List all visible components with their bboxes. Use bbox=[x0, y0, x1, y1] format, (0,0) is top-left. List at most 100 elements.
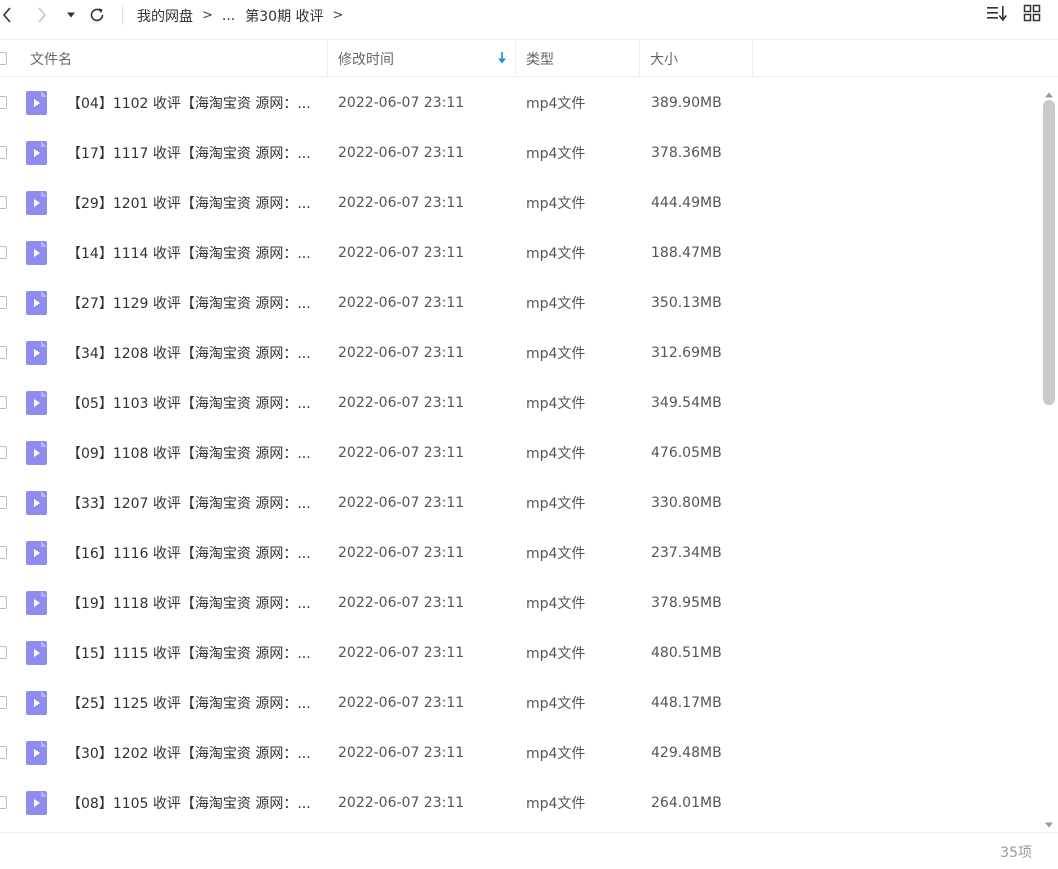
file-row[interactable]: 【17】1117 收评【海淘宝资 源网：... 2022-06-07 23:11… bbox=[0, 128, 1040, 178]
file-row[interactable]: 【25】1125 收评【海淘宝资 源网：... 2022-06-07 23:11… bbox=[0, 678, 1040, 728]
video-file-icon bbox=[26, 91, 47, 115]
row-checkbox[interactable] bbox=[0, 596, 7, 609]
file-row[interactable]: 【33】1207 收评【海淘宝资 源网：... 2022-06-07 23:11… bbox=[0, 478, 1040, 528]
file-modified: 2022-06-07 23:11 bbox=[338, 445, 465, 461]
breadcrumb-separator: > bbox=[202, 8, 213, 23]
file-list: 【04】1102 收评【海淘宝资 源网：... 2022-06-07 23:11… bbox=[0, 78, 1040, 830]
forward-button[interactable] bbox=[34, 4, 50, 26]
row-checkbox[interactable] bbox=[0, 296, 7, 309]
breadcrumb: 我的网盘 > ... 第30期 收评 > bbox=[137, 0, 352, 31]
file-modified: 2022-06-07 23:11 bbox=[338, 345, 465, 361]
column-header-modified-label: 修改时间 bbox=[338, 51, 394, 68]
file-row[interactable]: 【15】1115 收评【海淘宝资 源网：... 2022-06-07 23:11… bbox=[0, 628, 1040, 678]
video-file-icon bbox=[26, 541, 47, 565]
breadcrumb-current-menu[interactable]: > bbox=[333, 8, 344, 23]
video-file-icon bbox=[26, 291, 47, 315]
row-checkbox[interactable] bbox=[0, 246, 7, 259]
scroll-down-arrow-icon[interactable] bbox=[1044, 814, 1054, 828]
breadcrumb-current[interactable]: 第30期 收评 bbox=[245, 6, 323, 26]
row-checkbox[interactable] bbox=[0, 746, 7, 759]
file-row[interactable]: 【08】1105 收评【海淘宝资 源网：... 2022-06-07 23:11… bbox=[0, 778, 1040, 828]
file-size: 350.13MB bbox=[651, 295, 722, 311]
file-modified: 2022-06-07 23:11 bbox=[338, 645, 465, 661]
column-header-name-label: 文件名 bbox=[30, 51, 72, 68]
row-checkbox[interactable] bbox=[0, 646, 7, 659]
row-checkbox[interactable] bbox=[0, 196, 7, 209]
file-name: 【08】1105 收评【海淘宝资 源网：... bbox=[67, 796, 311, 812]
file-modified: 2022-06-07 23:11 bbox=[338, 795, 465, 811]
history-dropdown-button[interactable] bbox=[64, 4, 78, 26]
file-row[interactable]: 【34】1208 收评【海淘宝资 源网：... 2022-06-07 23:11… bbox=[0, 328, 1040, 378]
file-size: 312.69MB bbox=[651, 345, 722, 361]
file-row[interactable]: 【09】1108 收评【海淘宝资 源网：... 2022-06-07 23:11… bbox=[0, 428, 1040, 478]
column-header-modified[interactable]: 修改时间 bbox=[328, 40, 516, 77]
file-row[interactable]: 【30】1202 收评【海淘宝资 源网：... 2022-06-07 23:11… bbox=[0, 728, 1040, 778]
scroll-up-arrow-icon[interactable] bbox=[1044, 84, 1054, 98]
file-name: 【17】1117 收评【海淘宝资 源网：... bbox=[67, 146, 311, 162]
column-header-size-label: 大小 bbox=[650, 51, 678, 68]
file-size: 389.90MB bbox=[651, 95, 722, 111]
file-row[interactable]: 【04】1102 收评【海淘宝资 源网：... 2022-06-07 23:11… bbox=[0, 78, 1040, 128]
row-checkbox[interactable] bbox=[0, 546, 7, 559]
file-row[interactable]: 【27】1129 收评【海淘宝资 源网：... 2022-06-07 23:11… bbox=[0, 278, 1040, 328]
vertical-scrollbar[interactable] bbox=[1041, 78, 1057, 830]
video-file-icon bbox=[26, 341, 47, 365]
row-checkbox[interactable] bbox=[0, 696, 7, 709]
file-name: 【30】1202 收评【海淘宝资 源网：... bbox=[67, 746, 311, 762]
file-size: 378.95MB bbox=[651, 595, 722, 611]
back-button[interactable] bbox=[0, 4, 14, 26]
video-file-icon bbox=[26, 691, 47, 715]
column-header-name[interactable]: 文件名 bbox=[0, 40, 328, 77]
file-type: mp4文件 bbox=[526, 796, 586, 812]
file-modified: 2022-06-07 23:11 bbox=[338, 695, 465, 711]
chevron-right-icon bbox=[37, 7, 47, 23]
file-type: mp4文件 bbox=[526, 696, 586, 712]
file-list-header: 文件名 修改时间 类型 大小 bbox=[0, 39, 1058, 77]
file-size: 444.49MB bbox=[651, 195, 722, 211]
file-name: 【04】1102 收评【海淘宝资 源网：... bbox=[67, 96, 311, 112]
file-type: mp4文件 bbox=[526, 296, 586, 312]
row-checkbox[interactable] bbox=[0, 396, 7, 409]
row-checkbox[interactable] bbox=[0, 146, 7, 159]
grid-view-button[interactable] bbox=[1023, 4, 1045, 25]
file-modified: 2022-06-07 23:11 bbox=[338, 95, 465, 111]
video-file-icon bbox=[26, 191, 47, 215]
row-checkbox[interactable] bbox=[0, 346, 7, 359]
file-type: mp4文件 bbox=[526, 596, 586, 612]
sort-button[interactable] bbox=[986, 5, 1010, 25]
file-name: 【19】1118 收评【海淘宝资 源网：... bbox=[67, 596, 311, 612]
file-size: 448.17MB bbox=[651, 695, 722, 711]
breadcrumb-root[interactable]: 我的网盘 bbox=[137, 6, 193, 26]
refresh-icon bbox=[88, 6, 106, 24]
refresh-button[interactable] bbox=[86, 4, 108, 26]
file-name: 【15】1115 收评【海淘宝资 源网：... bbox=[67, 646, 311, 662]
file-modified: 2022-06-07 23:11 bbox=[338, 595, 465, 611]
row-checkbox[interactable] bbox=[0, 446, 7, 459]
video-file-icon bbox=[26, 441, 47, 465]
file-modified: 2022-06-07 23:11 bbox=[338, 545, 465, 561]
breadcrumb-ellipsis[interactable]: ... bbox=[222, 8, 235, 24]
column-header-type[interactable]: 类型 bbox=[516, 40, 640, 77]
video-file-icon bbox=[26, 391, 47, 415]
row-checkbox[interactable] bbox=[0, 496, 7, 509]
file-type: mp4文件 bbox=[526, 96, 586, 112]
file-type: mp4文件 bbox=[526, 646, 586, 662]
file-row[interactable]: 【05】1103 收评【海淘宝资 源网：... 2022-06-07 23:11… bbox=[0, 378, 1040, 428]
file-row[interactable]: 【19】1118 收评【海淘宝资 源网：... 2022-06-07 23:11… bbox=[0, 578, 1040, 628]
column-header-size[interactable]: 大小 bbox=[640, 40, 753, 77]
file-name: 【29】1201 收评【海淘宝资 源网：... bbox=[67, 196, 311, 212]
file-name: 【33】1207 收评【海淘宝资 源网：... bbox=[67, 496, 311, 512]
scrollbar-thumb[interactable] bbox=[1043, 100, 1055, 405]
row-checkbox[interactable] bbox=[0, 796, 7, 809]
file-type: mp4文件 bbox=[526, 496, 586, 512]
file-row[interactable]: 【16】1116 收评【海淘宝资 源网：... 2022-06-07 23:11… bbox=[0, 528, 1040, 578]
file-modified: 2022-06-07 23:11 bbox=[338, 145, 465, 161]
video-file-icon bbox=[26, 241, 47, 265]
file-size: 429.48MB bbox=[651, 745, 722, 761]
video-file-icon bbox=[26, 141, 47, 165]
file-row[interactable]: 【29】1201 收评【海淘宝资 源网：... 2022-06-07 23:11… bbox=[0, 178, 1040, 228]
file-row[interactable]: 【14】1114 收评【海淘宝资 源网：... 2022-06-07 23:11… bbox=[0, 228, 1040, 278]
file-modified: 2022-06-07 23:11 bbox=[338, 295, 465, 311]
row-checkbox[interactable] bbox=[0, 96, 7, 109]
file-name: 【16】1116 收评【海淘宝资 源网：... bbox=[67, 546, 311, 562]
